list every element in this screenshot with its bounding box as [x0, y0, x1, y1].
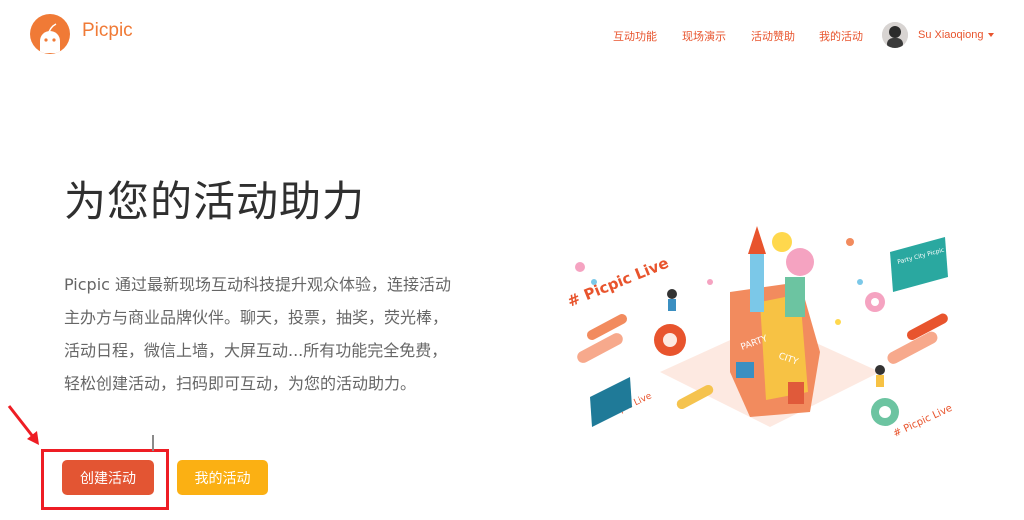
- my-events-button[interactable]: 我的活动: [177, 460, 268, 495]
- annotation-highlight-box: [41, 449, 169, 510]
- chevron-down-icon: [988, 33, 995, 37]
- description-line: 活动日程，微信上墙，大屏互动...所有功能完全免费，: [64, 341, 448, 360]
- picpic-logo-icon[interactable]: [30, 14, 70, 54]
- hero-description: Picpic 通过最新现场互动科技提升观众体验，连接活动 主办方与商业品牌伙伴。…: [64, 268, 524, 400]
- nav-event-sponsorship[interactable]: 活动赞助: [751, 28, 795, 44]
- annotation-arrow-icon: [7, 405, 39, 445]
- nav-interactive-features[interactable]: 互动功能: [613, 28, 657, 44]
- nav-my-events[interactable]: 我的活动: [819, 28, 863, 44]
- description-line: 主办方与商业品牌伙伴。聊天，投票，抽奖，荧光棒，: [64, 308, 449, 327]
- illustration-tag-right: # Picpic Live: [892, 403, 955, 440]
- avatar[interactable]: [882, 22, 908, 48]
- user-menu[interactable]: Su Xiaoqiong: [882, 22, 995, 48]
- text-cursor-icon: [152, 435, 154, 451]
- brand-name[interactable]: Picpic: [82, 20, 133, 42]
- username-label: Su Xiaoqiong: [918, 29, 984, 41]
- top-navbar: Picpic 互动功能 现场演示 活动赞助 我的活动 Su Xiaoqiong: [0, 0, 1024, 70]
- description-line: 轻松创建活动，扫码即可互动，为您的活动助力。: [64, 374, 417, 393]
- party-city-illustration: PARTY CITY # Picpic Live # Picpic Live #…: [565, 226, 955, 440]
- page-title: 为您的活动助力: [64, 177, 366, 226]
- nav-live-demo[interactable]: 现场演示: [682, 28, 726, 44]
- description-line: Picpic 通过最新现场互动科技提升观众体验，连接活动: [64, 275, 452, 294]
